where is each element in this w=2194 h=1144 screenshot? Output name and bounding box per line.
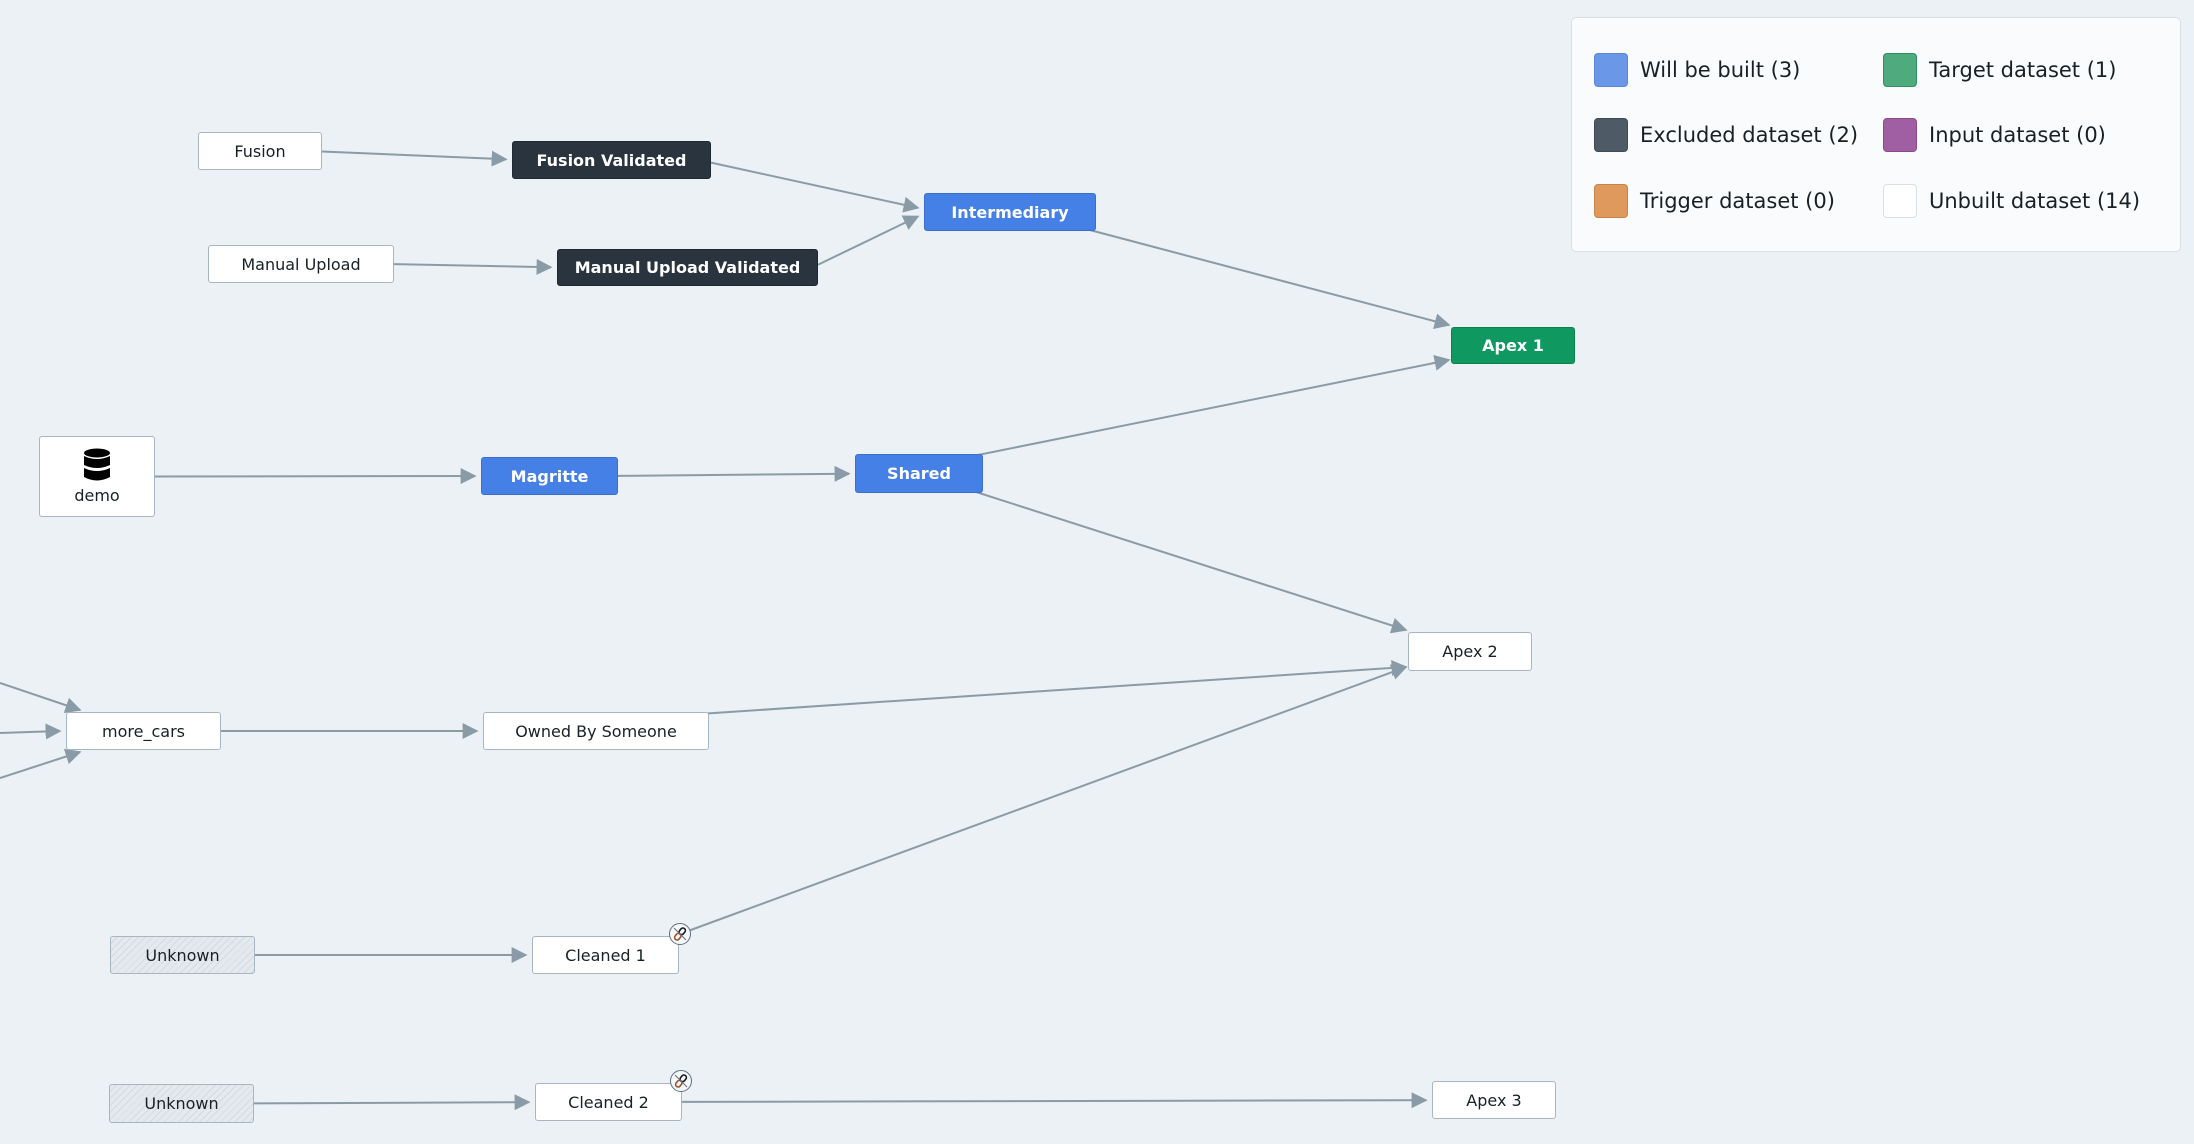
legend-label: Unbuilt dataset (14) (1929, 189, 2141, 213)
node-cleaned-1[interactable]: Cleaned 1 (532, 936, 679, 974)
swatch-will-be-built (1594, 53, 1628, 87)
node-label: more_cars (102, 721, 185, 741)
legend-label: Excluded dataset (2) (1640, 123, 1859, 147)
node-label: Apex 2 (1442, 642, 1498, 661)
broken-link-icon[interactable] (670, 1070, 692, 1092)
node-fusion-validated[interactable]: Fusion Validated (512, 141, 711, 179)
legend-label: Will be built (3) (1640, 58, 1801, 82)
edge-intermediary-to-apex1 (1085, 228, 1451, 330)
legend-item-target: Target dataset (1) (1883, 53, 2116, 87)
node-label: Owned By Someone (515, 721, 677, 741)
node-label: Fusion Validated (536, 150, 687, 170)
edge-offscreen-3-to-more_cars (0, 748, 82, 779)
edge-shared-to-apex2 (972, 490, 1408, 634)
edge-cleaned2-to-apex3 (681, 1092, 1428, 1109)
node-label: demo (74, 486, 120, 505)
legend-panel: Will be built (3) Excluded dataset (2) T… (1571, 17, 2181, 252)
node-label: Unknown (144, 1094, 219, 1113)
edge-offscreen-2-to-more_cars (0, 723, 62, 740)
node-cleaned-2[interactable]: Cleaned 2 (535, 1083, 682, 1121)
edge-fusion-to-fusion_validated (321, 150, 508, 167)
edge-manual_upload-to-manual_upload_validated (393, 258, 553, 275)
node-manual-upload[interactable]: Manual Upload (208, 245, 394, 283)
swatch-trigger (1594, 184, 1628, 218)
node-demo[interactable]: demo (39, 436, 155, 517)
database-icon (84, 448, 110, 481)
node-label: Manual Upload Validated (574, 258, 801, 277)
node-label: Intermediary (951, 202, 1069, 222)
legend-item-excluded: Excluded dataset (2) (1594, 118, 1858, 152)
node-apex-3[interactable]: Apex 3 (1432, 1081, 1556, 1119)
legend-label: Target dataset (1) (1929, 58, 2117, 82)
swatch-target (1883, 53, 1917, 87)
legend-label: Input dataset (0) (1929, 123, 2106, 147)
legend-item-input: Input dataset (0) (1883, 118, 2106, 152)
edge-fusion_validated-to-intermediary (710, 161, 920, 213)
node-more-cars[interactable]: more_cars (66, 712, 221, 750)
swatch-excluded (1594, 118, 1628, 152)
node-magritte[interactable]: Magritte (481, 457, 618, 495)
node-label: Apex 3 (1466, 1090, 1522, 1110)
edge-manual_upload_validated-to-intermediary (817, 215, 920, 266)
node-label: Fusion (234, 141, 286, 161)
legend-item-will-be-built: Will be built (3) (1594, 53, 1800, 87)
node-intermediary[interactable]: Intermediary (924, 193, 1096, 231)
node-label: Apex 1 (1482, 336, 1544, 355)
swatch-input (1883, 118, 1917, 152)
node-owned-by-someone[interactable]: Owned By Someone (483, 712, 709, 750)
node-shared[interactable]: Shared (855, 454, 983, 493)
node-unknown-2[interactable]: Unknown (109, 1084, 254, 1123)
node-label: Magritte (510, 466, 589, 486)
node-unknown-1[interactable]: Unknown (110, 936, 255, 974)
edge-magritte-to-shared (617, 465, 851, 482)
node-manual-upload-validated[interactable]: Manual Upload Validated (557, 249, 818, 286)
node-label: Manual Upload (241, 254, 361, 274)
node-label: Shared (887, 464, 951, 483)
edge-unknown2-to-cleaned2 (253, 1094, 531, 1111)
legend-label: Trigger dataset (0) (1640, 189, 1835, 213)
node-label: Unknown (145, 945, 220, 965)
node-apex-1[interactable]: Apex 1 (1451, 327, 1575, 364)
node-label: Cleaned 2 (568, 1092, 649, 1112)
edge-offscreen-1-to-more_cars (0, 682, 82, 713)
edge-shared-to-apex1 (972, 355, 1451, 457)
legend-item-trigger: Trigger dataset (0) (1594, 184, 1835, 218)
broken-link-icon[interactable] (669, 923, 691, 945)
node-apex-2[interactable]: Apex 2 (1408, 632, 1532, 671)
node-label: Cleaned 1 (565, 945, 646, 965)
swatch-unbuilt (1883, 184, 1917, 218)
node-fusion[interactable]: Fusion (198, 132, 322, 170)
legend-item-unbuilt: Unbuilt dataset (14) (1883, 184, 2140, 218)
